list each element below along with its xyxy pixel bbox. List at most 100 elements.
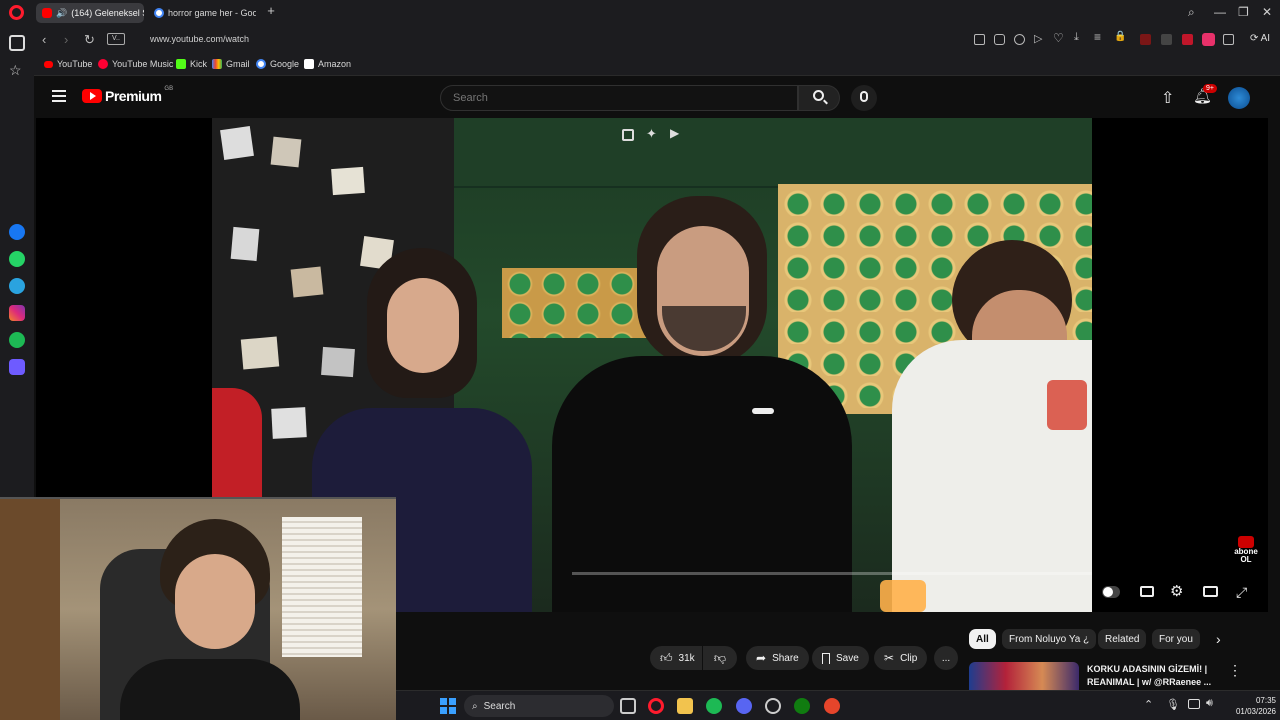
thumbs-down-icon: 👎︎ (713, 650, 727, 665)
speaker-icon[interactable]: 🔊 (56, 8, 67, 19)
amazon-icon (304, 59, 314, 69)
back-button[interactable]: ‹ (42, 32, 46, 47)
windows-start-icon[interactable] (440, 698, 456, 714)
save-button[interactable]: Save (812, 646, 869, 670)
home-icon[interactable] (9, 35, 25, 51)
upload-icon[interactable]: ⇧ (1161, 88, 1174, 108)
jersey-logo-icon (752, 408, 774, 414)
telegram-icon[interactable] (9, 278, 25, 294)
instagram-icon[interactable] (9, 305, 25, 321)
tab-google-search[interactable]: horror game her - Google (148, 3, 256, 23)
task-view-icon[interactable] (620, 698, 636, 714)
share-button[interactable]: ➦ Share (746, 646, 809, 670)
taskbar-search[interactable]: ⌕ Search (464, 695, 614, 717)
file-explorer-icon[interactable] (677, 698, 693, 714)
youtube-premium-logo[interactable]: Premium GB (82, 86, 173, 104)
clock[interactable]: 07:35 01/03/2026 (1222, 695, 1276, 717)
webcam-person (120, 519, 300, 720)
fullscreen-icon[interactable]: ⤢ (1236, 584, 1247, 601)
menu-icon[interactable]: ≡ (1094, 30, 1101, 44)
forward-button[interactable]: › (64, 32, 68, 47)
new-tab-button[interactable]: + (264, 4, 278, 18)
restore-button[interactable]: ❐ (1238, 5, 1249, 19)
extension-icon[interactable] (1182, 34, 1193, 45)
volume-icon[interactable]: 🔊︎ (1206, 697, 1213, 710)
spotify-icon[interactable] (9, 332, 25, 348)
voice-search-button[interactable] (851, 85, 877, 111)
progress-bar[interactable] (572, 572, 1092, 575)
recommended-menu-icon[interactable]: ⋮ (1228, 662, 1242, 679)
bookmark-kick[interactable]: Kick (176, 59, 207, 69)
edit-icon[interactable] (974, 34, 985, 45)
windows-taskbar: ⌕ Search ⌃ 🎙︎ 🔊︎ 07:35 01/03/2026 (396, 690, 1280, 720)
heart-icon[interactable]: ♡ (1053, 31, 1064, 45)
chips-next-arrow-icon[interactable]: › (1216, 631, 1221, 647)
clip-button[interactable]: ✂ Clip (874, 646, 928, 670)
app-icon[interactable] (765, 698, 781, 714)
app-icon[interactable] (824, 698, 840, 714)
tray-chevron-icon[interactable]: ⌃ (1144, 698, 1153, 711)
extension-icon[interactable] (1161, 34, 1172, 45)
recommended-thumbnail[interactable] (969, 662, 1079, 690)
opera-taskbar-icon[interactable] (648, 698, 664, 714)
webcam-wardrobe (0, 499, 60, 720)
star-icon[interactable]: ☆ (9, 62, 22, 79)
hamburger-menu-icon[interactable] (52, 90, 66, 102)
ai-button[interactable]: ⟳ AI (1250, 33, 1270, 44)
url-field[interactable]: www.youtube.com/watch (150, 34, 249, 44)
miniplayer-icon[interactable] (622, 129, 634, 141)
webcam-window-blinds (282, 517, 362, 657)
download-icon[interactable]: ⤓ (1074, 31, 1079, 44)
play-icon[interactable]: ▷ (1034, 32, 1042, 45)
opera-logo-icon[interactable] (9, 5, 24, 20)
extension-icon[interactable] (1223, 34, 1234, 45)
bookmark-amazon[interactable]: Amazon (304, 59, 351, 69)
bookmark-google[interactable]: Google (256, 59, 299, 69)
tab-youtube[interactable]: 🔊 (164) Geleneksel Sahur (36, 3, 144, 23)
microphone-icon[interactable]: 🎙︎ (1166, 698, 1180, 711)
bookmark-youtube[interactable]: YouTube (44, 59, 92, 69)
theater-mode-icon[interactable] (1203, 586, 1218, 597)
close-window-button[interactable]: ✕ (1262, 5, 1272, 19)
search-button[interactable] (798, 85, 840, 111)
messenger-icon[interactable] (9, 224, 25, 240)
bookmark-youtube-music[interactable]: YouTube Music (98, 59, 173, 69)
whatsapp-icon[interactable] (9, 251, 25, 267)
chip-for-you[interactable]: For you (1152, 629, 1200, 649)
recommended-title[interactable]: KORKU ADASININ GİZEMİ! | REANIMAL | w/ @… (1087, 663, 1217, 689)
watch-below-player: 👍︎ 31k 👎︎ ➦ Share Save ✂ Clip ... All Fr… (396, 612, 1268, 690)
avatar[interactable] (1228, 87, 1250, 109)
like-button[interactable]: 👍︎ 31k (650, 646, 702, 670)
microphone-icon (860, 91, 868, 102)
extension-icon[interactable] (1140, 34, 1151, 45)
dislike-button[interactable]: 👎︎ (703, 646, 737, 670)
autoplay-toggle[interactable] (1102, 586, 1120, 598)
share-icon: ➦ (756, 651, 767, 665)
settings-gear-icon[interactable]: ⚙ (1170, 582, 1183, 600)
extension-icon[interactable] (1202, 33, 1215, 46)
subscribe-watermark[interactable]: abone OL (1232, 536, 1260, 564)
reload-button[interactable]: ↻ (84, 32, 95, 48)
more-actions-button[interactable]: ... (934, 646, 958, 670)
spotify-taskbar-icon[interactable] (706, 698, 722, 714)
search-tabs-icon[interactable]: ⌕ (1188, 5, 1195, 20)
vpn-badge[interactable]: V.. (107, 33, 125, 45)
gmail-icon (212, 59, 222, 69)
shield-icon[interactable] (1014, 34, 1025, 45)
ambient-icon[interactable]: ▶︎ (670, 126, 679, 140)
ai-enhance-icon[interactable]: ✦ (646, 126, 657, 142)
network-icon[interactable] (1188, 699, 1200, 709)
player-icon[interactable] (9, 359, 25, 375)
chip-all[interactable]: All (969, 629, 996, 649)
chip-from-channel[interactable]: From Noluyo Ya ¿ (1002, 629, 1097, 649)
xbox-icon[interactable] (794, 698, 810, 714)
chip-related[interactable]: Related (1098, 629, 1147, 649)
minimize-button[interactable]: — (1214, 5, 1226, 19)
camera-icon[interactable] (994, 34, 1005, 45)
subtitles-icon[interactable] (1140, 586, 1154, 597)
discord-icon[interactable] (736, 698, 752, 714)
notifications-badge: 9+ (1203, 84, 1217, 93)
lock-icon[interactable]: 🔒 (1114, 31, 1126, 42)
bookmark-gmail[interactable]: Gmail (212, 59, 250, 69)
search-input[interactable] (453, 92, 773, 104)
